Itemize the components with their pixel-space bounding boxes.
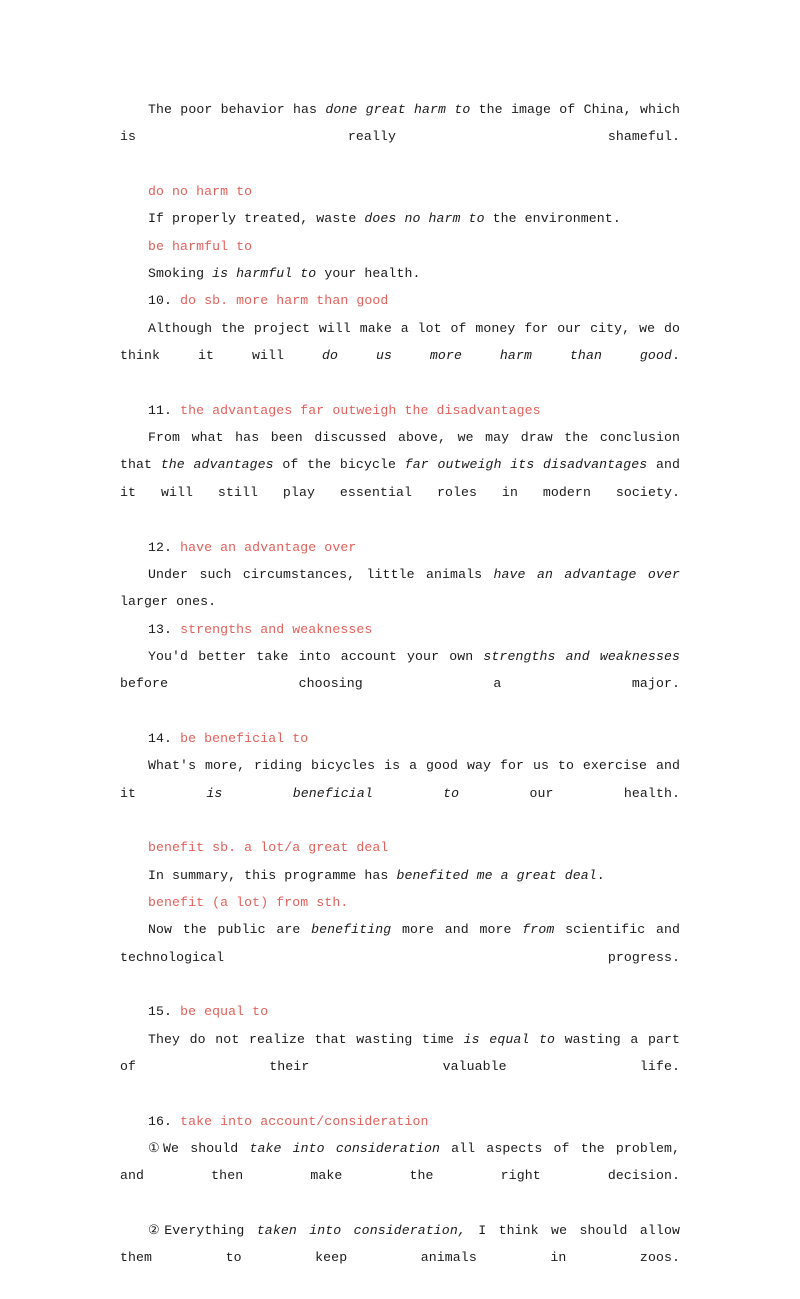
highlighted-phrase-italic: is equal to [463, 1031, 556, 1047]
numbered-phrase-entry: 13. strengths and weaknesses [120, 616, 680, 643]
highlighted-phrase-italic: taken into consideration, [256, 1223, 466, 1239]
numbered-phrase-entry: 10. do sb. more harm than good [120, 287, 680, 314]
entry-number: 16. [148, 1113, 173, 1129]
phrase-text: have an advantage over [180, 539, 357, 555]
phrase-heading: benefit sb. a lot/a great deal [120, 834, 680, 861]
phrase-heading: be harmful to [120, 233, 680, 260]
sentence-text-lead: Everything [164, 1223, 257, 1239]
phrase-text: do sb. more harm than good [180, 293, 389, 309]
numbered-phrase-entry: 15. be equal to [120, 998, 680, 1025]
phrase-text: the advantages far outweigh the disadvan… [180, 402, 541, 418]
entry-number: 13. [148, 621, 173, 637]
highlighted-phrase-italic: have an advantage over [493, 566, 680, 582]
highlighted-phrase-italic: the advantages [160, 457, 274, 473]
sentence-text-lead: The poor behavior has [148, 102, 326, 117]
sentence-text-lead: Smoking [148, 266, 213, 282]
entry-number-space [172, 1114, 180, 1129]
document-text-column: The poor behavior has done great harm to… [120, 96, 680, 1299]
sentence-text-lead: Under such circumstances, little animals [148, 566, 494, 582]
sentence-text-tail: your health. [316, 266, 421, 282]
example-sentence: What's more, riding bicycles is a good w… [120, 752, 680, 834]
entry-number: 14. [148, 730, 173, 746]
example-sentence: Although the project will make a lot of … [120, 315, 680, 397]
example-sentence: In summary, this programme has benefited… [120, 862, 680, 889]
entry-number-space [172, 403, 180, 418]
example-sentence: They do not realize that wasting time is… [120, 1026, 680, 1108]
sentence-text-lead: Now the public are [148, 922, 312, 938]
highlighted-phrase-italic: take into consideration [249, 1141, 440, 1157]
entry-number: 10. [148, 293, 173, 309]
sentence-text-tail: . [596, 867, 605, 883]
sentence-text-lead: In summary, this programme has [148, 867, 397, 883]
example-sentence: From what has been discussed above, we m… [120, 424, 680, 533]
phrase-text: be equal to [180, 1004, 269, 1020]
example-sentence: If properly treated, waste does no harm … [120, 205, 680, 232]
sentence-text-tail: larger ones. [120, 594, 217, 610]
phrase-heading: benefit (a lot) from sth. [120, 889, 680, 916]
phrase-text: do no harm to [148, 184, 253, 200]
example-sentence: ①We should take into consideration all a… [120, 1135, 680, 1217]
highlighted-phrase-italic: does no harm to [364, 211, 485, 227]
numbered-phrase-entry: 12. have an advantage over [120, 534, 680, 561]
sentence-text-tail: the environment. [484, 211, 621, 227]
highlighted-phrase-italic-2: from [522, 922, 555, 938]
entry-number: 12. [148, 539, 173, 555]
highlighted-phrase-italic: benefited me a great deal [396, 867, 597, 883]
highlighted-phrase-italic: is harmful to [212, 266, 317, 282]
highlighted-phrase-italic: benefiting [311, 922, 392, 938]
sentence-text-lead: We should [163, 1141, 250, 1157]
sentence-text-lead: If properly treated, waste [148, 211, 365, 227]
entry-number-space [172, 293, 180, 308]
numbered-phrase-entry: 14. be beneficial to [120, 725, 680, 752]
example-sentence: Now the public are benefiting more and m… [120, 916, 680, 998]
highlighted-phrase-italic: strengths and weaknesses [483, 648, 680, 664]
entry-number: 11. [148, 402, 173, 418]
entry-number-space [172, 622, 180, 637]
sentence-text-tail: before choosing a major. [120, 676, 680, 692]
example-sentence: The poor behavior has done great harm to… [120, 96, 680, 178]
entry-number-space [172, 1004, 180, 1019]
numbered-phrase-entry: 11. the advantages far outweigh the disa… [120, 397, 680, 424]
example-sentence: Under such circumstances, little animals… [120, 561, 680, 616]
example-sentence: Smoking is harmful to your health. [120, 260, 680, 287]
highlighted-phrase-italic: is beneficial to [206, 785, 460, 801]
highlighted-phrase-italic: done great harm to [325, 102, 471, 117]
phrase-text: take into account/consideration [180, 1113, 429, 1129]
example-sentence: ②Everything taken into consideration, I … [120, 1217, 680, 1299]
phrase-text: be harmful to [148, 238, 253, 254]
sentence-text-mid: more and more [391, 922, 523, 938]
phrase-heading: do no harm to [120, 178, 680, 205]
sentence-text-tail: . [671, 348, 680, 364]
numbered-phrase-entry: 16. take into account/consideration [120, 1108, 680, 1135]
document-page: The poor behavior has done great harm to… [0, 0, 800, 1265]
sentence-text-lead: They do not realize that wasting time [148, 1031, 464, 1047]
highlighted-phrase-italic-2: far outweigh its disadvantages [404, 457, 648, 473]
sentence-text-mid: of the bicycle [273, 457, 405, 473]
circled-number-marker: ① [148, 1141, 164, 1157]
circled-number-marker: ② [148, 1223, 165, 1239]
sentence-text-lead: You'd better take into account your own [148, 648, 484, 664]
example-sentence: You'd better take into account your own … [120, 643, 680, 725]
sentence-text-tail: our health. [459, 785, 680, 801]
phrase-text: strengths and weaknesses [180, 621, 373, 637]
phrase-text: be beneficial to [180, 730, 309, 746]
entry-number-space [172, 731, 180, 746]
highlighted-phrase-italic: do us more harm than good [321, 348, 672, 364]
entry-number-space [172, 540, 180, 555]
entry-number: 15. [148, 1004, 173, 1020]
phrase-text: benefit (a lot) from sth. [148, 894, 349, 910]
phrase-text: benefit sb. a lot/a great deal [148, 840, 389, 856]
